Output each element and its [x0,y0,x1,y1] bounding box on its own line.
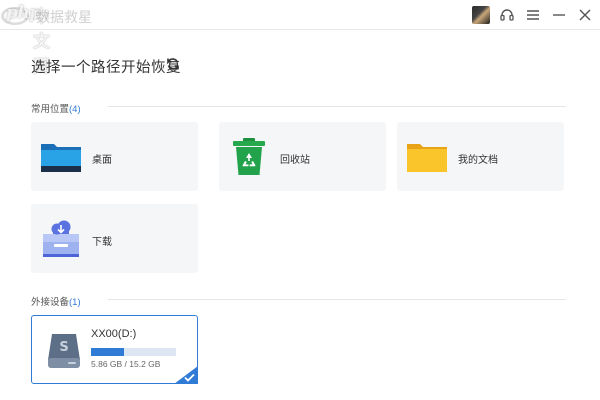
section-external-title: 外接设备 [31,297,70,308]
location-label: 下载 [92,237,112,248]
location-card-recycle-bin[interactable]: 回收站 [219,122,386,191]
hard-drive-icon: S [48,334,80,368]
section-divider [108,106,566,107]
title-bar: php 中文网 数据救星 [0,0,600,76]
location-card-downloads[interactable]: 下载 [31,204,198,273]
section-external-label: 外接设备(1) [31,294,81,308]
headset-icon[interactable] [498,6,516,24]
location-card-documents[interactable]: 我的文档 [397,122,564,191]
desktop-folder-icon [41,144,81,172]
svg-text:S: S [59,340,68,355]
drive-usage-fill [91,348,124,356]
section-divider [108,299,566,300]
drive-card[interactable]: S XX00(D:) 5.86 GB / 15.2 GB [31,315,198,384]
app-title: 数据救星 [36,9,92,25]
location-label: 桌面 [92,155,112,166]
minimize-icon[interactable] [550,6,568,24]
menu-icon[interactable] [524,6,542,24]
avatar[interactable] [472,6,490,24]
section-external-count: (1) [69,297,81,308]
page-title: 选择一个路径开始恢复 [31,60,181,76]
documents-folder-icon [407,144,447,172]
section-common-title: 常用位置 [31,104,70,115]
section-common-count: (4) [69,104,81,115]
close-icon[interactable] [576,6,594,24]
window-controls [472,4,594,26]
location-card-desktop[interactable]: 桌面 [31,122,198,191]
download-tray-icon [43,220,79,257]
location-label: 我的文档 [458,155,498,166]
selected-check-icon [174,366,198,384]
section-common-label: 常用位置(4) [31,101,81,115]
refresh-icon[interactable] [166,57,180,71]
location-label: 回收站 [280,155,310,166]
drive-usage-bar [91,348,176,356]
drive-name: XX00(D:) [91,328,137,340]
recycle-bin-icon [233,138,265,175]
drive-size: 5.86 GB / 15.2 GB [91,359,161,369]
